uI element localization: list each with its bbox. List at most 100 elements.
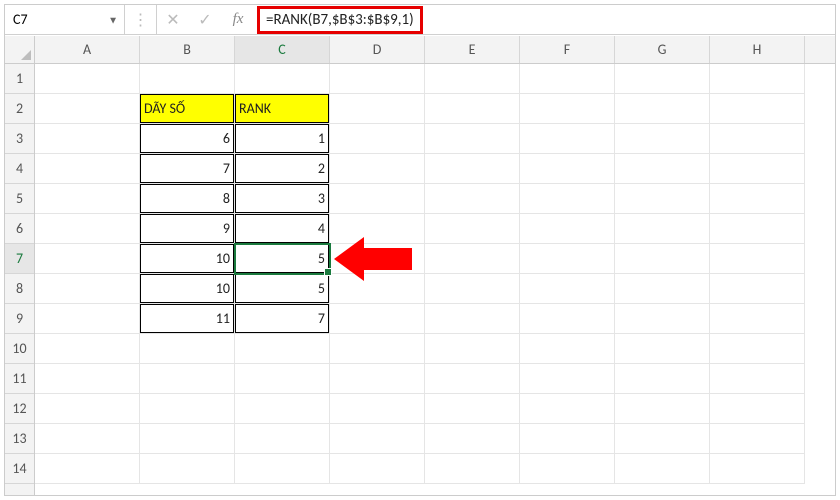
cell-H2[interactable]: [710, 94, 805, 124]
cell-E6[interactable]: [425, 214, 520, 244]
cell-C11[interactable]: [235, 364, 330, 394]
cell-C12[interactable]: [235, 394, 330, 424]
row-header-6[interactable]: 6: [5, 214, 34, 244]
col-header-G[interactable]: G: [615, 36, 710, 63]
cell-B7[interactable]: 10: [140, 244, 235, 274]
row-header-14[interactable]: 14: [5, 454, 34, 484]
cell-G3[interactable]: [615, 124, 710, 154]
cell-A2[interactable]: [35, 94, 140, 124]
cell-B14[interactable]: [140, 454, 235, 484]
cell-H13[interactable]: [710, 424, 805, 454]
cell-B11[interactable]: [140, 364, 235, 394]
col-header-H[interactable]: H: [710, 36, 805, 63]
cell-A11[interactable]: [35, 364, 140, 394]
cell-A3[interactable]: [35, 124, 140, 154]
cell-B3[interactable]: 6: [140, 124, 235, 154]
cell-B2[interactable]: DÃY SỐ: [140, 94, 235, 124]
cell-G11[interactable]: [615, 364, 710, 394]
cell-F5[interactable]: [520, 184, 615, 214]
cell-A12[interactable]: [35, 394, 140, 424]
cell-G2[interactable]: [615, 94, 710, 124]
row-header-10[interactable]: 10: [5, 334, 34, 364]
cell-E4[interactable]: [425, 154, 520, 184]
cell-F3[interactable]: [520, 124, 615, 154]
row-header-7[interactable]: 7: [5, 244, 34, 274]
cell-C6[interactable]: 4: [235, 214, 330, 244]
enter-icon[interactable]: ✓: [189, 5, 221, 34]
cell-grid[interactable]: DÃY SỐRANK61728394105105117: [35, 64, 835, 495]
cell-C8[interactable]: 5: [235, 274, 330, 304]
name-box[interactable]: C7 ▼: [5, 5, 125, 34]
fx-icon[interactable]: fx: [221, 5, 255, 34]
cell-C3[interactable]: 1: [235, 124, 330, 154]
cell-H4[interactable]: [710, 154, 805, 184]
cell-E12[interactable]: [425, 394, 520, 424]
cell-A9[interactable]: [35, 304, 140, 334]
cell-A6[interactable]: [35, 214, 140, 244]
cell-G12[interactable]: [615, 394, 710, 424]
row-header-3[interactable]: 3: [5, 124, 34, 154]
cell-F11[interactable]: [520, 364, 615, 394]
cell-E5[interactable]: [425, 184, 520, 214]
cell-F12[interactable]: [520, 394, 615, 424]
cell-C10[interactable]: [235, 334, 330, 364]
cell-H1[interactable]: [710, 64, 805, 94]
cell-B8[interactable]: 10: [140, 274, 235, 304]
cell-E10[interactable]: [425, 334, 520, 364]
cell-C2[interactable]: RANK: [235, 94, 330, 124]
cell-F9[interactable]: [520, 304, 615, 334]
col-header-B[interactable]: B: [140, 36, 235, 63]
cell-H9[interactable]: [710, 304, 805, 334]
cell-E11[interactable]: [425, 364, 520, 394]
cell-D12[interactable]: [330, 394, 425, 424]
cell-A8[interactable]: [35, 274, 140, 304]
cell-E3[interactable]: [425, 124, 520, 154]
cell-A10[interactable]: [35, 334, 140, 364]
cancel-icon[interactable]: ✕: [157, 5, 189, 34]
cell-D14[interactable]: [330, 454, 425, 484]
cell-F7[interactable]: [520, 244, 615, 274]
cell-H5[interactable]: [710, 184, 805, 214]
row-header-5[interactable]: 5: [5, 184, 34, 214]
cell-E7[interactable]: [425, 244, 520, 274]
cell-D9[interactable]: [330, 304, 425, 334]
cell-C14[interactable]: [235, 454, 330, 484]
row-header-9[interactable]: 9: [5, 304, 34, 334]
cell-B5[interactable]: 8: [140, 184, 235, 214]
cell-G14[interactable]: [615, 454, 710, 484]
cell-H8[interactable]: [710, 274, 805, 304]
formula-input[interactable]: =RANK(B7,$B$3:$B$9,1): [255, 5, 835, 34]
cell-G10[interactable]: [615, 334, 710, 364]
cell-G8[interactable]: [615, 274, 710, 304]
row-header-2[interactable]: 2: [5, 94, 34, 124]
cell-A14[interactable]: [35, 454, 140, 484]
select-all-corner[interactable]: [5, 36, 35, 64]
cell-B9[interactable]: 11: [140, 304, 235, 334]
cell-D3[interactable]: [330, 124, 425, 154]
cell-G5[interactable]: [615, 184, 710, 214]
col-header-D[interactable]: D: [330, 36, 425, 63]
row-header-8[interactable]: 8: [5, 274, 34, 304]
cell-B13[interactable]: [140, 424, 235, 454]
cell-D13[interactable]: [330, 424, 425, 454]
cell-F4[interactable]: [520, 154, 615, 184]
cell-B10[interactable]: [140, 334, 235, 364]
row-header-1[interactable]: 1: [5, 64, 34, 94]
cell-E9[interactable]: [425, 304, 520, 334]
cell-G4[interactable]: [615, 154, 710, 184]
col-header-C[interactable]: C: [235, 36, 330, 63]
cell-A13[interactable]: [35, 424, 140, 454]
cell-B12[interactable]: [140, 394, 235, 424]
cell-A4[interactable]: [35, 154, 140, 184]
cell-B4[interactable]: 7: [140, 154, 235, 184]
cell-F10[interactable]: [520, 334, 615, 364]
row-header-13[interactable]: 13: [5, 424, 34, 454]
cell-D5[interactable]: [330, 184, 425, 214]
cell-C13[interactable]: [235, 424, 330, 454]
chevron-down-icon[interactable]: ▼: [108, 13, 118, 26]
cell-E8[interactable]: [425, 274, 520, 304]
cell-A1[interactable]: [35, 64, 140, 94]
cell-E13[interactable]: [425, 424, 520, 454]
cell-G7[interactable]: [615, 244, 710, 274]
cell-F13[interactable]: [520, 424, 615, 454]
